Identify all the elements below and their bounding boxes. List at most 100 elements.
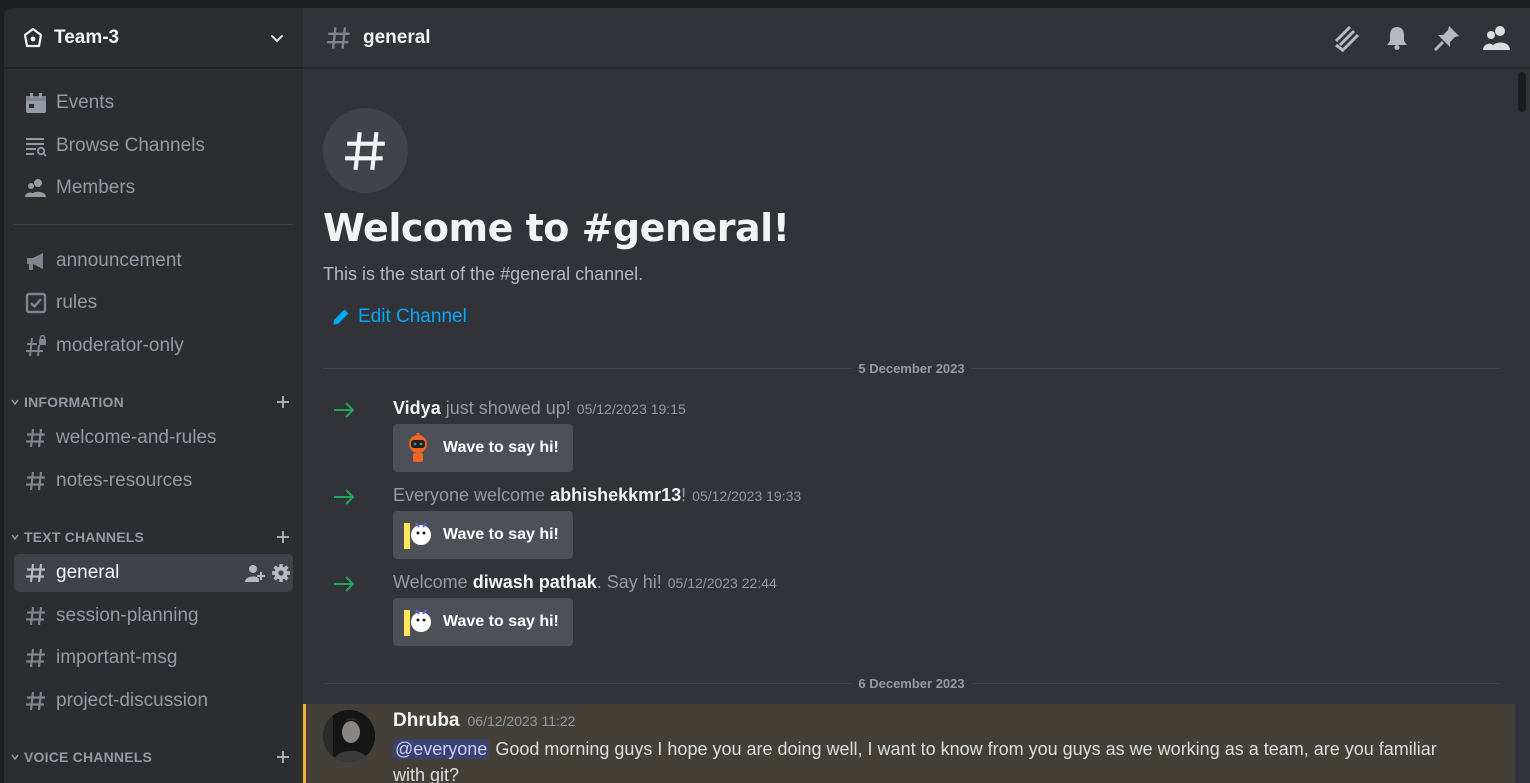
channel-welcome-and-rules[interactable]: welcome-and-rules bbox=[14, 419, 293, 457]
date-divider: 5 December 2023 bbox=[323, 360, 1500, 376]
category-text-channels[interactable]: TEXT CHANNELS bbox=[8, 527, 293, 547]
browse-channels-icon bbox=[24, 134, 48, 158]
timestamp: 06/12/2023 11:22 bbox=[467, 713, 576, 729]
hash-icon bbox=[24, 646, 48, 670]
chat-message: Dhruba 06/12/2023 11:22 @everyone Good mor… bbox=[303, 704, 1515, 783]
username[interactable]: Dhruba bbox=[393, 710, 460, 731]
channel-label: notes-resources bbox=[56, 470, 193, 491]
message-content: @everyone Good morning guys I hope you ar… bbox=[393, 736, 1453, 783]
mention-everyone[interactable]: @everyone bbox=[393, 739, 490, 759]
channel-session-planning[interactable]: session-planning bbox=[14, 597, 293, 635]
wumpus-sticker-icon bbox=[401, 605, 435, 639]
add-channel-icon[interactable] bbox=[273, 392, 293, 412]
hash-icon bbox=[24, 561, 48, 585]
scroll-thumb[interactable] bbox=[1518, 72, 1526, 112]
channel-project-discussion[interactable]: project-discussion bbox=[14, 682, 293, 720]
channel-label: welcome-and-rules bbox=[56, 427, 217, 448]
username[interactable]: Vidya bbox=[393, 398, 441, 418]
message-suffix: just showed up! bbox=[440, 398, 571, 418]
date-label: 6 December 2023 bbox=[858, 675, 965, 691]
sidebar-divider bbox=[14, 224, 293, 225]
hash-icon bbox=[24, 426, 48, 450]
channel-moderator-only[interactable]: moderator-only bbox=[14, 327, 293, 365]
nav-browse-channels[interactable]: Browse Channels bbox=[14, 127, 293, 165]
nav-members[interactable]: Members bbox=[14, 169, 293, 207]
chevron-down-icon[interactable] bbox=[267, 28, 287, 48]
notification-bell-icon[interactable] bbox=[1382, 23, 1412, 53]
channel-rules[interactable]: rules bbox=[14, 284, 293, 322]
hash-icon bbox=[24, 689, 48, 713]
chevron-down-icon bbox=[8, 397, 22, 407]
message-prefix: Everyone welcome bbox=[393, 485, 551, 505]
wave-button[interactable]: Wave to say hi! bbox=[393, 598, 573, 646]
channel-header: general bbox=[303, 8, 1530, 68]
server-header[interactable]: Team-3 bbox=[4, 8, 303, 68]
welcome-subtitle: This is the start of the #general channe… bbox=[323, 264, 644, 284]
nav-label: Members bbox=[56, 177, 136, 198]
channel-welcome-hash-icon bbox=[323, 108, 408, 193]
date-label: 5 December 2023 bbox=[858, 360, 965, 376]
channel-sidebar: Team-3 Events Browse Channels Members an… bbox=[4, 8, 303, 783]
wave-button-label: Wave to say hi! bbox=[443, 439, 559, 456]
locked-hash-icon bbox=[24, 334, 48, 358]
message-author-line: Dhruba 06/12/2023 11:22 bbox=[393, 710, 575, 732]
welcome-title: Welcome to #general! bbox=[323, 206, 790, 250]
channel-label: moderator-only bbox=[56, 335, 184, 356]
timestamp: 05/12/2023 22:44 bbox=[667, 575, 777, 591]
wave-button-label: Wave to say hi! bbox=[443, 613, 559, 630]
checkbox-icon bbox=[24, 291, 48, 315]
username[interactable]: abhishekkmr13 bbox=[550, 485, 681, 505]
add-channel-icon[interactable] bbox=[273, 527, 293, 547]
hash-icon bbox=[24, 469, 48, 493]
edit-channel-link[interactable]: Edit Channel bbox=[331, 306, 467, 328]
wave-button[interactable]: Wave to say hi! bbox=[393, 511, 573, 559]
members-icon bbox=[24, 176, 48, 200]
threads-icon[interactable] bbox=[1332, 23, 1362, 53]
category-voice-channels[interactable]: VOICE CHANNELS bbox=[8, 747, 293, 767]
category-information[interactable]: INFORMATION bbox=[8, 392, 293, 412]
robot-sticker-icon bbox=[401, 431, 435, 465]
join-arrow-icon bbox=[333, 572, 363, 596]
message-suffix: ! bbox=[681, 485, 687, 505]
megaphone-icon bbox=[24, 249, 48, 273]
nav-events[interactable]: Events bbox=[14, 84, 293, 122]
system-message-text: Welcome diwash pathak. Say hi! 05/12/2023… bbox=[393, 572, 777, 593]
channel-label: rules bbox=[56, 292, 98, 313]
member-list-icon[interactable] bbox=[1482, 23, 1512, 53]
hash-icon bbox=[24, 604, 48, 628]
pin-icon[interactable] bbox=[1432, 23, 1462, 53]
wave-button[interactable]: Wave to say hi! bbox=[393, 424, 573, 472]
scrollbar[interactable] bbox=[1518, 72, 1528, 783]
channel-notes-resources[interactable]: notes-resources bbox=[14, 462, 293, 500]
invite-user-icon[interactable] bbox=[245, 563, 265, 583]
username[interactable]: diwash pathak bbox=[473, 572, 597, 592]
channel-label: session-planning bbox=[56, 605, 199, 626]
server-name: Team-3 bbox=[54, 26, 120, 48]
join-arrow-icon bbox=[333, 398, 363, 422]
server-home-icon bbox=[22, 27, 44, 49]
message-text: Good morning guys I hope you are doing w… bbox=[393, 739, 1437, 783]
wave-button-label: Wave to say hi! bbox=[443, 526, 559, 543]
wumpus-sticker-icon bbox=[401, 518, 435, 552]
chat-area: general Welcome to #general! This is the… bbox=[303, 8, 1530, 783]
calendar-icon bbox=[24, 91, 48, 115]
channel-title: general bbox=[363, 26, 431, 48]
gear-icon[interactable] bbox=[271, 563, 291, 583]
edit-channel-label: Edit Channel bbox=[358, 306, 467, 327]
channel-announcement[interactable]: announcement bbox=[14, 242, 293, 280]
category-label: INFORMATION bbox=[24, 394, 124, 410]
avatar[interactable] bbox=[323, 710, 375, 762]
chevron-down-icon bbox=[8, 532, 22, 542]
channel-important-msg[interactable]: important-msg bbox=[14, 639, 293, 677]
category-label: VOICE CHANNELS bbox=[24, 749, 153, 765]
timestamp: 05/12/2023 19:15 bbox=[576, 401, 686, 417]
add-channel-icon[interactable] bbox=[273, 747, 293, 767]
nav-label: Events bbox=[56, 92, 115, 113]
pencil-icon bbox=[331, 307, 351, 327]
message-prefix: Welcome bbox=[393, 572, 473, 592]
date-divider: 6 December 2023 bbox=[323, 675, 1500, 691]
system-message-text: Everyone welcome abhishekkmr13! 05/12/202… bbox=[393, 485, 801, 506]
category-label: TEXT CHANNELS bbox=[24, 529, 145, 545]
channel-label: project-discussion bbox=[56, 690, 209, 711]
channel-general[interactable]: general bbox=[14, 554, 293, 592]
